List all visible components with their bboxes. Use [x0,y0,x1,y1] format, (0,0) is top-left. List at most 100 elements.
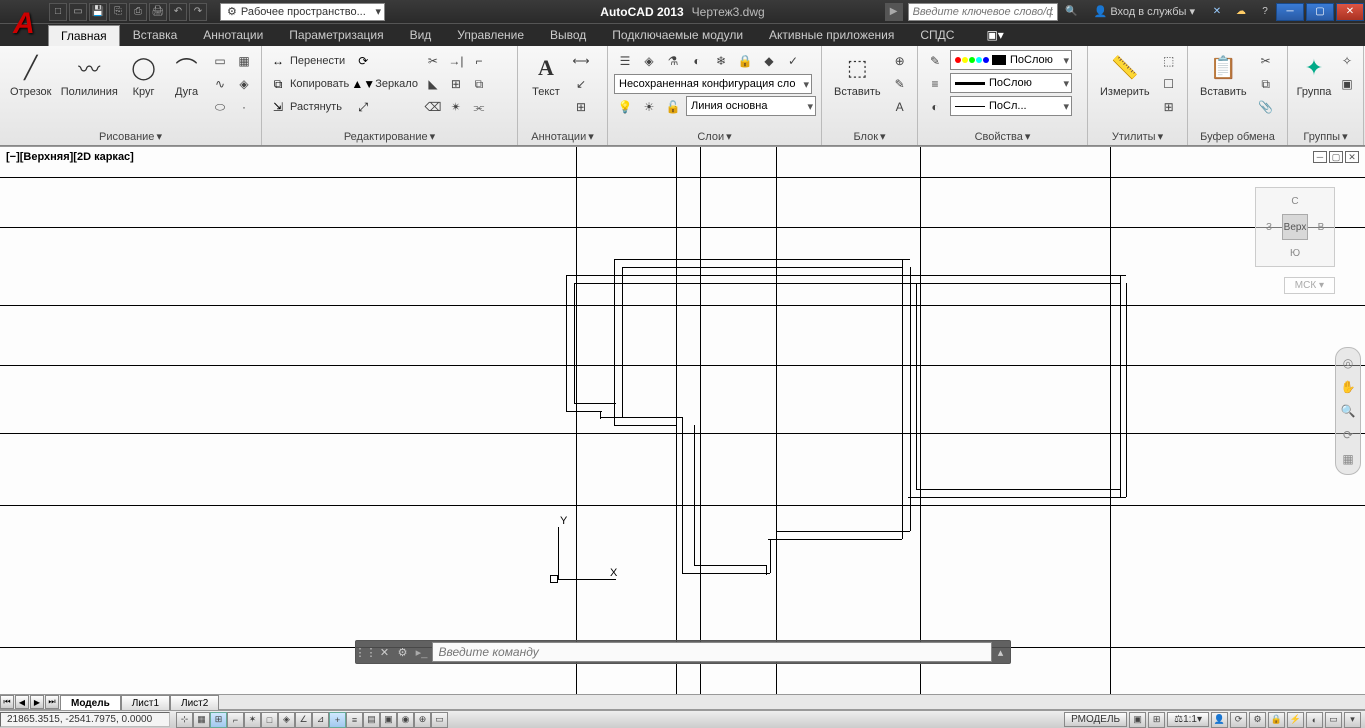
cloud-icon[interactable]: ☁ [1232,3,1250,21]
copy2-icon[interactable]: ⧉ [1255,73,1277,95]
nav-show-icon[interactable]: ▦ [1339,450,1357,468]
sb-iso-icon[interactable]: ◐ [1306,712,1323,728]
rotate-button[interactable]: ⟳ [353,50,420,72]
tab-annotate[interactable]: Аннотации [190,24,276,46]
lm-icon[interactable]: ✓ [782,50,804,72]
lo-icon[interactable]: 🔒 [734,50,756,72]
sb-dyn-icon[interactable]: + [329,712,346,728]
search-input[interactable] [908,3,1058,21]
transparency-icon[interactable]: ◐ [924,96,946,118]
sb-osnap-icon[interactable]: □ [261,712,278,728]
layerprop-icon[interactable]: ☰ [614,50,636,72]
tab-next-icon[interactable]: ▶ [30,695,44,709]
tab-last-icon[interactable]: ⏭ [45,695,59,709]
tab-view[interactable]: Вид [397,24,445,46]
help-icon[interactable]: ? [1256,3,1274,21]
qat-save-icon[interactable]: 💾 [89,3,107,21]
chamfer-icon[interactable]: ◣ [422,73,444,95]
sb-otrack-icon[interactable]: ∠ [295,712,312,728]
tab-spds[interactable]: СПДС [907,24,967,46]
arc-button[interactable]: ⌒Дуга [166,50,207,100]
search-play-icon[interactable]: ▶ [885,3,903,21]
cut-icon[interactable]: ✂ [1255,50,1277,72]
lf-icon[interactable]: ❄ [710,50,732,72]
qat-plot-icon[interactable]: ⎙ [129,3,147,21]
sb-3dosnap-icon[interactable]: ◈ [278,712,295,728]
sb-model-chip[interactable]: РМОДЕЛЬ [1064,712,1127,727]
linetype-dropdown[interactable]: Линия основна [686,96,816,116]
offset-icon[interactable]: ⧉ [468,73,490,95]
rect-icon[interactable]: ▭ [209,50,231,72]
exchange-icon[interactable]: ✕ [1208,3,1226,21]
tab-layout1[interactable]: Лист1 [121,695,170,710]
layervis-icon[interactable]: 💡 [614,96,636,118]
sb-am-icon[interactable]: ⊕ [414,712,431,728]
scale-button[interactable]: ⤢ [353,96,420,118]
layerfreeze2-icon[interactable]: ☀ [638,96,660,118]
extend-icon[interactable]: →| [445,50,467,72]
tab-prev-icon[interactable]: ◀ [15,695,29,709]
tab-model[interactable]: Модель [60,695,121,710]
qat-undo-icon[interactable]: ↶ [169,3,187,21]
tab-first-icon[interactable]: ⏮ [0,695,14,709]
viewport-label[interactable]: [−][Верхняя][2D каркас] [6,151,134,163]
explode-icon[interactable]: ✴ [445,96,467,118]
text-button[interactable]: AТекст [524,50,568,100]
tab-manage[interactable]: Управление [444,24,537,46]
ucs-badge[interactable]: МСК ▾ [1284,277,1335,294]
move-button[interactable]: ↔Перенести [268,50,351,72]
group-button[interactable]: ✦Группа [1294,50,1334,100]
vp-max-icon[interactable]: ▢ [1329,151,1343,163]
sb-tray-icon[interactable]: ▾ [1344,712,1361,728]
cmdline-opts-icon[interactable]: ⚙ [394,646,412,659]
groupedit-icon[interactable]: ✎ [1359,50,1365,72]
stretch-button[interactable]: ⇲Растянуть [268,96,351,118]
sb-annoauto-icon[interactable]: ⟳ [1230,712,1247,728]
region-icon[interactable]: ◈ [233,73,255,95]
hatch-icon[interactable]: ▦ [233,50,255,72]
edit-block-icon[interactable]: ✎ [889,73,911,95]
sb-lock-icon[interactable]: 🔒 [1268,712,1285,728]
nav-pan-icon[interactable]: ✋ [1339,378,1357,396]
tab-plugins[interactable]: Подключаемые модули [599,24,756,46]
signin-link[interactable]: 👤 Вход в службы ▾ [1086,5,1203,18]
sb-qvd-icon[interactable]: ⊞ [1148,712,1165,728]
tab-output[interactable]: Вывод [537,24,599,46]
groupbox-icon[interactable]: ▣ [1336,73,1358,95]
trim-icon[interactable]: ✂ [422,50,444,72]
sb-sc-icon[interactable]: ◉ [397,712,414,728]
tab-home[interactable]: Главная [48,25,120,46]
nav-wheel-icon[interactable]: ◎ [1339,354,1357,372]
sb-tpy-icon[interactable]: ▤ [363,712,380,728]
search-icon[interactable]: 🔍 [1063,3,1081,21]
attr-icon[interactable]: A [889,96,911,118]
measure-button[interactable]: 📏Измерить [1094,50,1156,100]
sb-infer-icon[interactable]: ⊹ [176,712,193,728]
vp-close-icon[interactable]: ✕ [1345,151,1359,163]
sb-hw-icon[interactable]: ⚡ [1287,712,1304,728]
layer-icon[interactable]: ◈ [638,50,660,72]
grouplist-icon[interactable]: ☰ [1359,73,1365,95]
minimize-button[interactable]: ─ [1276,3,1304,21]
cmdline-history-icon[interactable]: ▴ [992,646,1010,659]
maximize-button[interactable]: ▢ [1306,3,1334,21]
polyline-button[interactable]: 〰Полилиния [57,50,121,100]
fillet-icon[interactable]: ⌐ [468,50,490,72]
leader-icon[interactable]: ↙ [570,73,592,95]
sb-snap-icon[interactable]: ▦ [193,712,210,728]
mirror-button[interactable]: ▲▼Зеркало [353,73,420,95]
sb-qv-icon[interactable]: ▣ [1129,712,1146,728]
pasteclip-icon[interactable]: 📎 [1255,96,1277,118]
sb-clean-icon[interactable]: ▭ [1325,712,1342,728]
point-icon[interactable]: · [233,96,255,118]
tab-menu-icon[interactable]: ▣▾ [967,24,1016,46]
select-icon[interactable]: ⬚ [1158,50,1180,72]
layerlock2-icon[interactable]: 🔓 [662,96,684,118]
sb-ws-icon[interactable]: ⚙ [1249,712,1266,728]
qat-redo-icon[interactable]: ↷ [189,3,207,21]
tab-parametric[interactable]: Параметризация [276,24,396,46]
table-icon[interactable]: ⊞ [570,96,592,118]
cmdline-close-icon[interactable]: ✕ [376,646,394,659]
close-button[interactable]: ✕ [1336,3,1364,21]
ellipse-icon[interactable]: ⬭ [209,96,231,118]
